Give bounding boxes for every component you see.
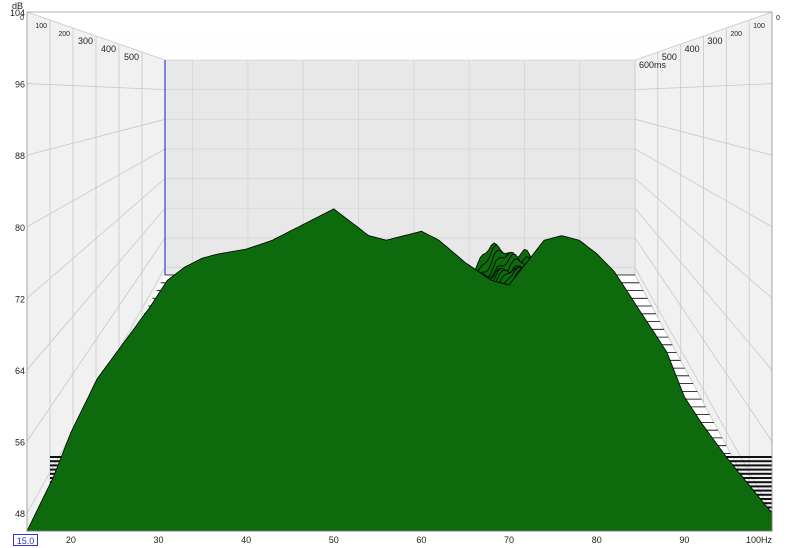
y-tick-label: 48 xyxy=(15,509,25,519)
x-tick-label: 100Hz xyxy=(746,535,773,545)
time-tick-right: 400 xyxy=(685,44,700,54)
time-tick-right: 200 xyxy=(730,31,742,38)
svg-text:400: 400 xyxy=(685,44,700,54)
time-tick-left: 400 xyxy=(101,44,116,54)
svg-text:0: 0 xyxy=(776,15,780,22)
y-tick-label: 88 xyxy=(15,151,25,161)
time-tick-left: 0 xyxy=(20,15,24,22)
time-tick-left: 200 xyxy=(58,31,70,38)
time-tick-left: 100 xyxy=(35,23,47,30)
svg-text:200: 200 xyxy=(730,31,742,38)
x-tick-label: 30 xyxy=(153,535,163,545)
x-tick-label: 20 xyxy=(66,535,76,545)
x-tick-label: 60 xyxy=(416,535,426,545)
y-tick-label: 56 xyxy=(15,438,25,448)
x-tick-label: 70 xyxy=(504,535,514,545)
time-tick-left: 500 xyxy=(124,52,139,62)
x-tick-label: 50 xyxy=(329,535,339,545)
time-tick-right: 100 xyxy=(753,23,765,30)
svg-text:300: 300 xyxy=(708,36,723,46)
waterfall-plot: dB4856647280889610420 30 40 50 60 70 80 90 100Hz… xyxy=(10,1,780,545)
x-tick-label: 90 xyxy=(679,535,689,545)
y-tick-label: 72 xyxy=(15,294,25,304)
x-tick-label: 40 xyxy=(241,535,251,545)
time-tick-right: 300 xyxy=(708,36,723,46)
x-tick-label: 80 xyxy=(592,535,602,545)
y-tick-label: 96 xyxy=(15,80,25,90)
time-tick-left: 300 xyxy=(78,36,93,46)
svg-text:600ms: 600ms xyxy=(639,60,667,70)
time-tick-right: 0 xyxy=(776,15,780,22)
y-tick-label: 80 xyxy=(15,223,25,233)
y-tick-label: 64 xyxy=(15,366,25,376)
svg-text:100: 100 xyxy=(753,23,765,30)
cursor-frequency-readout[interactable]: 15.0 xyxy=(13,534,38,546)
time-tick-right: 600ms xyxy=(639,60,667,70)
